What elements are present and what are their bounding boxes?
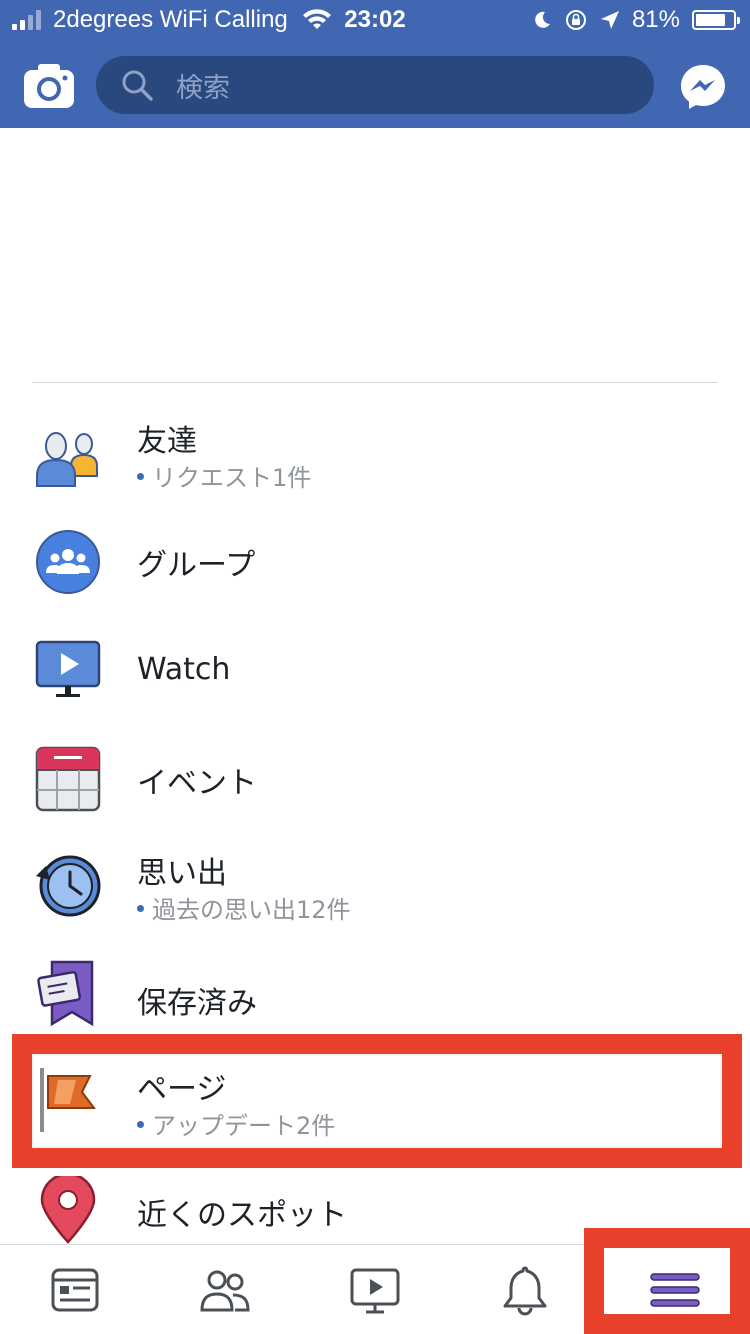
notification-dot	[137, 1120, 144, 1128]
memories-clock-icon	[36, 855, 101, 917]
watch-tab-icon	[350, 1268, 400, 1314]
location-arrow-icon	[600, 11, 619, 29]
watch-icon	[35, 640, 101, 697]
status-bar: 2degrees WiFi Calling 23:02 81%	[0, 0, 750, 40]
search-input[interactable]: 検索	[96, 56, 654, 114]
notification-dot	[137, 904, 144, 912]
menu-item-memories[interactable]: 思い出 過去の思い出12件	[0, 846, 750, 946]
messenger-icon[interactable]	[678, 62, 728, 112]
menu-item-sub-text: リクエスト1件	[152, 464, 312, 492]
menu-tab-highlight-box	[584, 1228, 750, 1334]
search-icon	[122, 70, 153, 101]
menu-item-sub: アップデート2件	[137, 1106, 335, 1141]
menu-item-sub: リクエスト1件	[137, 458, 311, 493]
pages-flag-icon	[40, 1068, 96, 1132]
tab-friends[interactable]	[150, 1245, 300, 1334]
friends-tab-icon	[200, 1270, 250, 1312]
rotation-lock-icon	[565, 10, 586, 30]
tab-notifications[interactable]	[450, 1245, 600, 1334]
search-placeholder: 検索	[176, 72, 230, 104]
moon-icon	[535, 11, 550, 28]
menu-item-saved[interactable]: 保存済み	[0, 956, 750, 1036]
menu-item-label: 思い出	[137, 856, 227, 891]
notification-dot	[137, 472, 144, 480]
menu-item-sub-text: アップデート2件	[152, 1112, 336, 1140]
friends-icon	[36, 432, 98, 487]
menu-item-label: ページ	[137, 1072, 227, 1107]
battery-fill	[696, 14, 726, 26]
battery-percent: 81%	[631, 6, 680, 33]
battery-icon	[692, 10, 740, 30]
menu-item-sub: 過去の思い出12件	[137, 890, 351, 925]
camera-icon[interactable]	[24, 64, 74, 108]
nearby-pin-icon	[40, 1176, 96, 1244]
menu-item-label: 近くのスポット	[137, 1198, 347, 1233]
menu-item-label: グループ	[137, 548, 256, 583]
list-divider	[32, 382, 718, 383]
menu-item-label: 保存済み	[137, 986, 257, 1021]
menu-item-sub-text: 過去の思い出12件	[152, 896, 351, 924]
saved-bookmark-icon	[37, 960, 94, 1026]
app-header: 検索	[0, 40, 750, 128]
news-feed-icon	[51, 1268, 99, 1312]
menu-item-events[interactable]: イベント	[0, 740, 750, 820]
menu-item-label: 友達	[137, 424, 197, 459]
status-right: 81%	[532, 6, 740, 34]
menu-item-watch[interactable]: Watch	[0, 632, 750, 712]
notifications-bell-icon	[503, 1266, 547, 1316]
menu-item-groups[interactable]: グループ	[0, 524, 750, 604]
menu-item-label: イベント	[137, 766, 257, 801]
tab-watch[interactable]	[300, 1245, 450, 1334]
menu-item-friends[interactable]: 友達 リクエスト1件	[0, 414, 750, 514]
menu-item-pages[interactable]: ページ アップデート2件	[0, 1060, 750, 1150]
groups-icon	[36, 530, 100, 594]
events-calendar-icon	[35, 746, 101, 812]
tab-news-feed[interactable]	[0, 1245, 150, 1334]
menu-item-label: Watch	[137, 652, 231, 687]
